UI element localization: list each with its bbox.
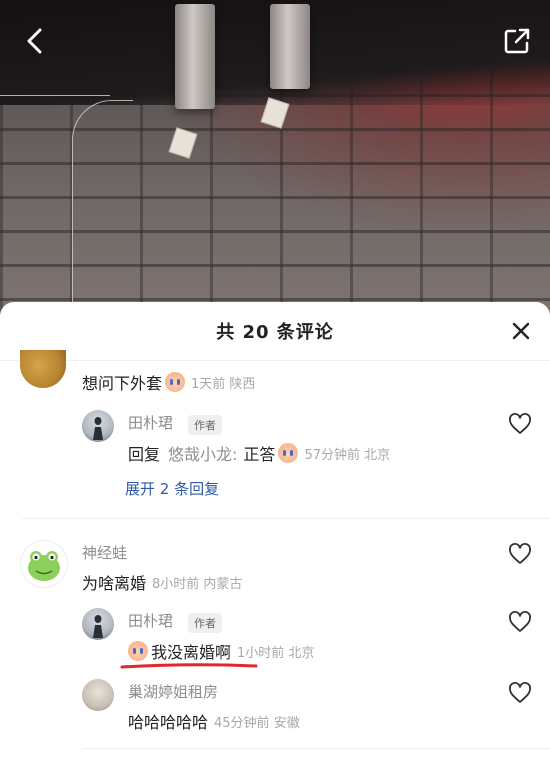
red-underline-mark — [120, 663, 258, 669]
comment-meta: 1天前 陕西 — [191, 376, 256, 392]
commenter-name[interactable]: 神经蛙 — [82, 542, 127, 563]
reply-text: 我没离婚啊 1小时前 北京 — [128, 639, 314, 663]
comment-text: 为啥离婚 8小时前 内蒙古 — [82, 570, 242, 594]
heart-icon[interactable] — [508, 412, 532, 436]
person-figure — [93, 615, 103, 638]
expand-replies-link[interactable]: 展开 2 条回复 — [125, 478, 219, 499]
comment-body: 想问下外套 — [82, 374, 163, 393]
share-icon — [504, 28, 530, 54]
heart-icon[interactable] — [508, 681, 532, 705]
frog-avatar-image — [28, 551, 60, 581]
comment-divider — [82, 748, 550, 749]
back-button[interactable] — [18, 24, 52, 58]
back-icon — [27, 28, 42, 54]
wind-chime — [175, 4, 215, 109]
avatar[interactable] — [20, 540, 68, 588]
avatar[interactable] — [82, 608, 114, 640]
comment-count-title: 共 20 条评论 — [216, 322, 334, 343]
hanging-wire — [72, 100, 133, 311]
heart-icon[interactable] — [508, 610, 532, 634]
comment-text: 想问下外套 1天前 陕西 — [82, 370, 255, 394]
comment-divider — [22, 518, 550, 519]
crying-emoji-icon — [128, 641, 148, 661]
reply-meta: 45分钟前 安徽 — [214, 715, 300, 731]
reply-text: 回复 悠哉小龙: 正答 57分钟前 北京 — [128, 441, 390, 465]
reply-body: 哈哈哈哈哈 — [128, 713, 209, 732]
person-figure — [93, 417, 103, 440]
share-button[interactable] — [500, 24, 534, 58]
commenter-name[interactable]: 巢湖婷姐租房 — [128, 681, 218, 702]
comment-body: 为啥离婚 — [82, 574, 147, 593]
close-button[interactable] — [508, 318, 534, 344]
author-badge: 作者 — [188, 613, 222, 633]
embarrassed-emoji-icon — [278, 443, 299, 463]
sheet-header: 共 20 条评论 — [0, 302, 550, 361]
reply-meta: 57分钟前 北京 — [304, 447, 391, 463]
wind-chime — [270, 4, 310, 89]
avatar[interactable] — [82, 679, 114, 711]
reply-body: 正答 — [243, 445, 276, 464]
hanging-wire — [0, 95, 110, 108]
heart-icon[interactable] — [508, 542, 532, 566]
reply-prefix: 回复 — [128, 445, 161, 464]
reply-meta: 1小时前 北京 — [237, 645, 315, 661]
reply-text: 哈哈哈哈哈 45分钟前 安徽 — [128, 709, 300, 733]
close-icon — [512, 322, 530, 340]
crying-emoji-icon — [165, 372, 186, 392]
background-photo — [0, 0, 550, 320]
author-badge: 作者 — [188, 415, 222, 435]
commenter-name[interactable]: 田朴珺 — [128, 412, 173, 433]
avatar[interactable] — [82, 410, 114, 442]
reply-body: 我没离婚啊 — [151, 643, 232, 662]
comment-meta: 8小时前 内蒙古 — [152, 576, 243, 592]
reply-target[interactable]: 悠哉小龙: — [168, 441, 237, 465]
avatar[interactable] — [20, 350, 66, 388]
commenter-name[interactable]: 田朴珺 — [128, 610, 173, 631]
comment-sheet: 共 20 条评论 想问下外套 1天前 陕西 田朴珺 作者 回复 悠哉小龙: 正答… — [0, 302, 550, 757]
